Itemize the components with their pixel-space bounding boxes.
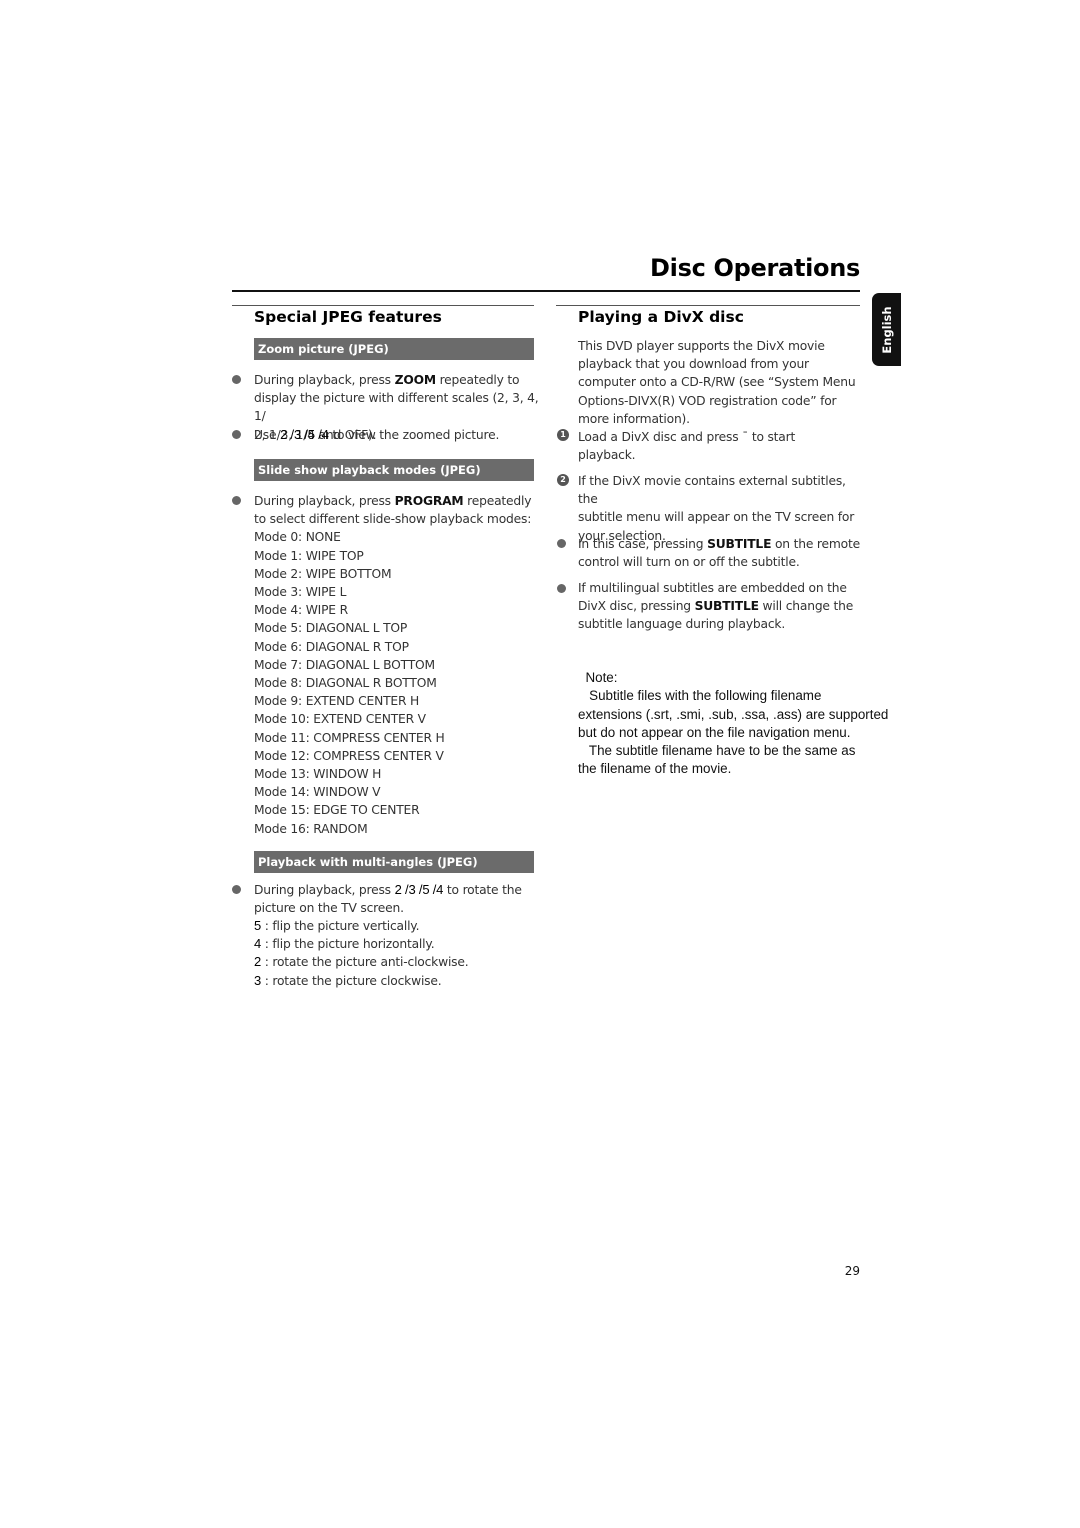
multiangle-item: 2 : rotate the picture anti-clockwise.	[254, 954, 469, 970]
page-number: 29	[844, 1264, 860, 1278]
multiangle-instruction: During playback, press 2 /3 /5 /4 to rot…	[254, 882, 522, 916]
header-rule	[232, 290, 860, 292]
slideshow-mode-item: Mode 10: EXTEND CENTER V	[254, 712, 426, 727]
slideshow-mode-item: Mode 5: DIAGONAL L TOP	[254, 621, 408, 636]
note-label: Note:	[585, 670, 618, 686]
slideshow-mode-item: Mode 2: WIPE BOTTOM	[254, 566, 392, 581]
step-1-text: Load a DivX disc and press ˉ to start pl…	[578, 430, 796, 463]
step-2-text: If the DivX movie contains external subt…	[578, 474, 855, 543]
section-heading-divx: Playing a DivX disc	[578, 308, 744, 326]
language-tab-label: English	[879, 305, 894, 354]
multilingual-subtitle-text: If multilingual subtitles are embedded o…	[578, 581, 854, 632]
bullet-icon	[557, 539, 566, 548]
multiangle-item: 5 : flip the picture vertically.	[254, 918, 420, 933]
left-column-rule	[232, 305, 534, 306]
slideshow-mode-item: Mode 1: WIPE TOP	[254, 548, 364, 563]
bullet-icon	[557, 584, 566, 593]
step-number-2: 2	[557, 474, 569, 486]
slideshow-mode-list: Mode 0: NONE Mode 1: WIPE TOP Mode 2: WIPE…	[254, 528, 544, 837]
note-block: Note: Subtitle files with the following …	[578, 670, 889, 777]
slideshow-mode-item: Mode 11: COMPRESS CENTER H	[254, 730, 445, 745]
page-title: Disc Operations	[650, 254, 860, 282]
arrow-keys: 2 /3 /5 /4	[280, 427, 329, 442]
slideshow-mode-item: Mode 4: WIPE R	[254, 603, 348, 618]
slideshow-mode-item: Mode 12: COMPRESS CENTER V	[254, 748, 444, 763]
slideshow-mode-item: Mode 7: DIAGONAL L BOTTOM	[254, 657, 435, 672]
slideshow-mode-item: Mode 8: DIAGONAL R BOTTOM	[254, 676, 437, 691]
slideshow-mode-item: Mode 14: WINDOW V	[254, 785, 381, 800]
zoom-navigation-instruction: Use 2 /3 /5 /4 to view the zoomed pictur…	[254, 427, 500, 442]
multiangle-key-list: 5 : flip the picture vertically. 4 : fli…	[254, 917, 544, 990]
slideshow-mode-item: Mode 13: WINDOW H	[254, 767, 382, 782]
arrow-keys: 2 /3 /5 /4	[394, 882, 444, 897]
slideshow-instruction: During playback, press PROGRAM repeatedl…	[254, 492, 544, 838]
slideshow-mode-item: Mode 15: EDGE TO CENTER	[254, 803, 420, 818]
zoom-key: ZOOM	[394, 373, 436, 387]
subtitle-key: SUBTITLE	[694, 599, 759, 614]
subsection-bar-multiangle: Playback with multi-angles (JPEG)	[254, 851, 534, 873]
multiangle-item: 3 : rotate the picture clockwise.	[254, 972, 442, 988]
language-tab: English	[872, 293, 901, 366]
slideshow-mode-item: Mode 0: NONE	[254, 530, 341, 545]
right-column-rule	[556, 305, 860, 306]
bullet-icon	[232, 885, 241, 894]
slideshow-mode-item: Mode 9: EXTEND CENTER H	[254, 694, 420, 709]
slideshow-mode-item: Mode 3: WIPE L	[254, 585, 347, 600]
divx-intro: This DVD player supports the DivX movie …	[578, 339, 856, 426]
slideshow-mode-item: Mode 16: RANDOM	[254, 821, 368, 836]
subsection-bar-zoom: Zoom picture (JPEG)	[254, 338, 534, 360]
bullet-icon	[232, 430, 241, 439]
subsection-bar-slideshow: Slide show playback modes (JPEG)	[254, 459, 534, 481]
multiangle-item: 4 : flip the picture horizontally.	[254, 936, 435, 952]
slideshow-mode-item: Mode 6: DIAGONAL R TOP	[254, 639, 409, 654]
subtitle-key: SUBTITLE	[707, 537, 772, 551]
bullet-icon	[232, 375, 241, 384]
bullet-icon	[232, 496, 241, 505]
program-key: PROGRAM	[394, 494, 464, 508]
subtitle-toggle-text: In this case, pressing SUBTITLE on the r…	[578, 537, 860, 570]
section-heading-jpeg: Special JPEG features	[254, 308, 442, 326]
step-number-1: 1	[557, 429, 569, 441]
